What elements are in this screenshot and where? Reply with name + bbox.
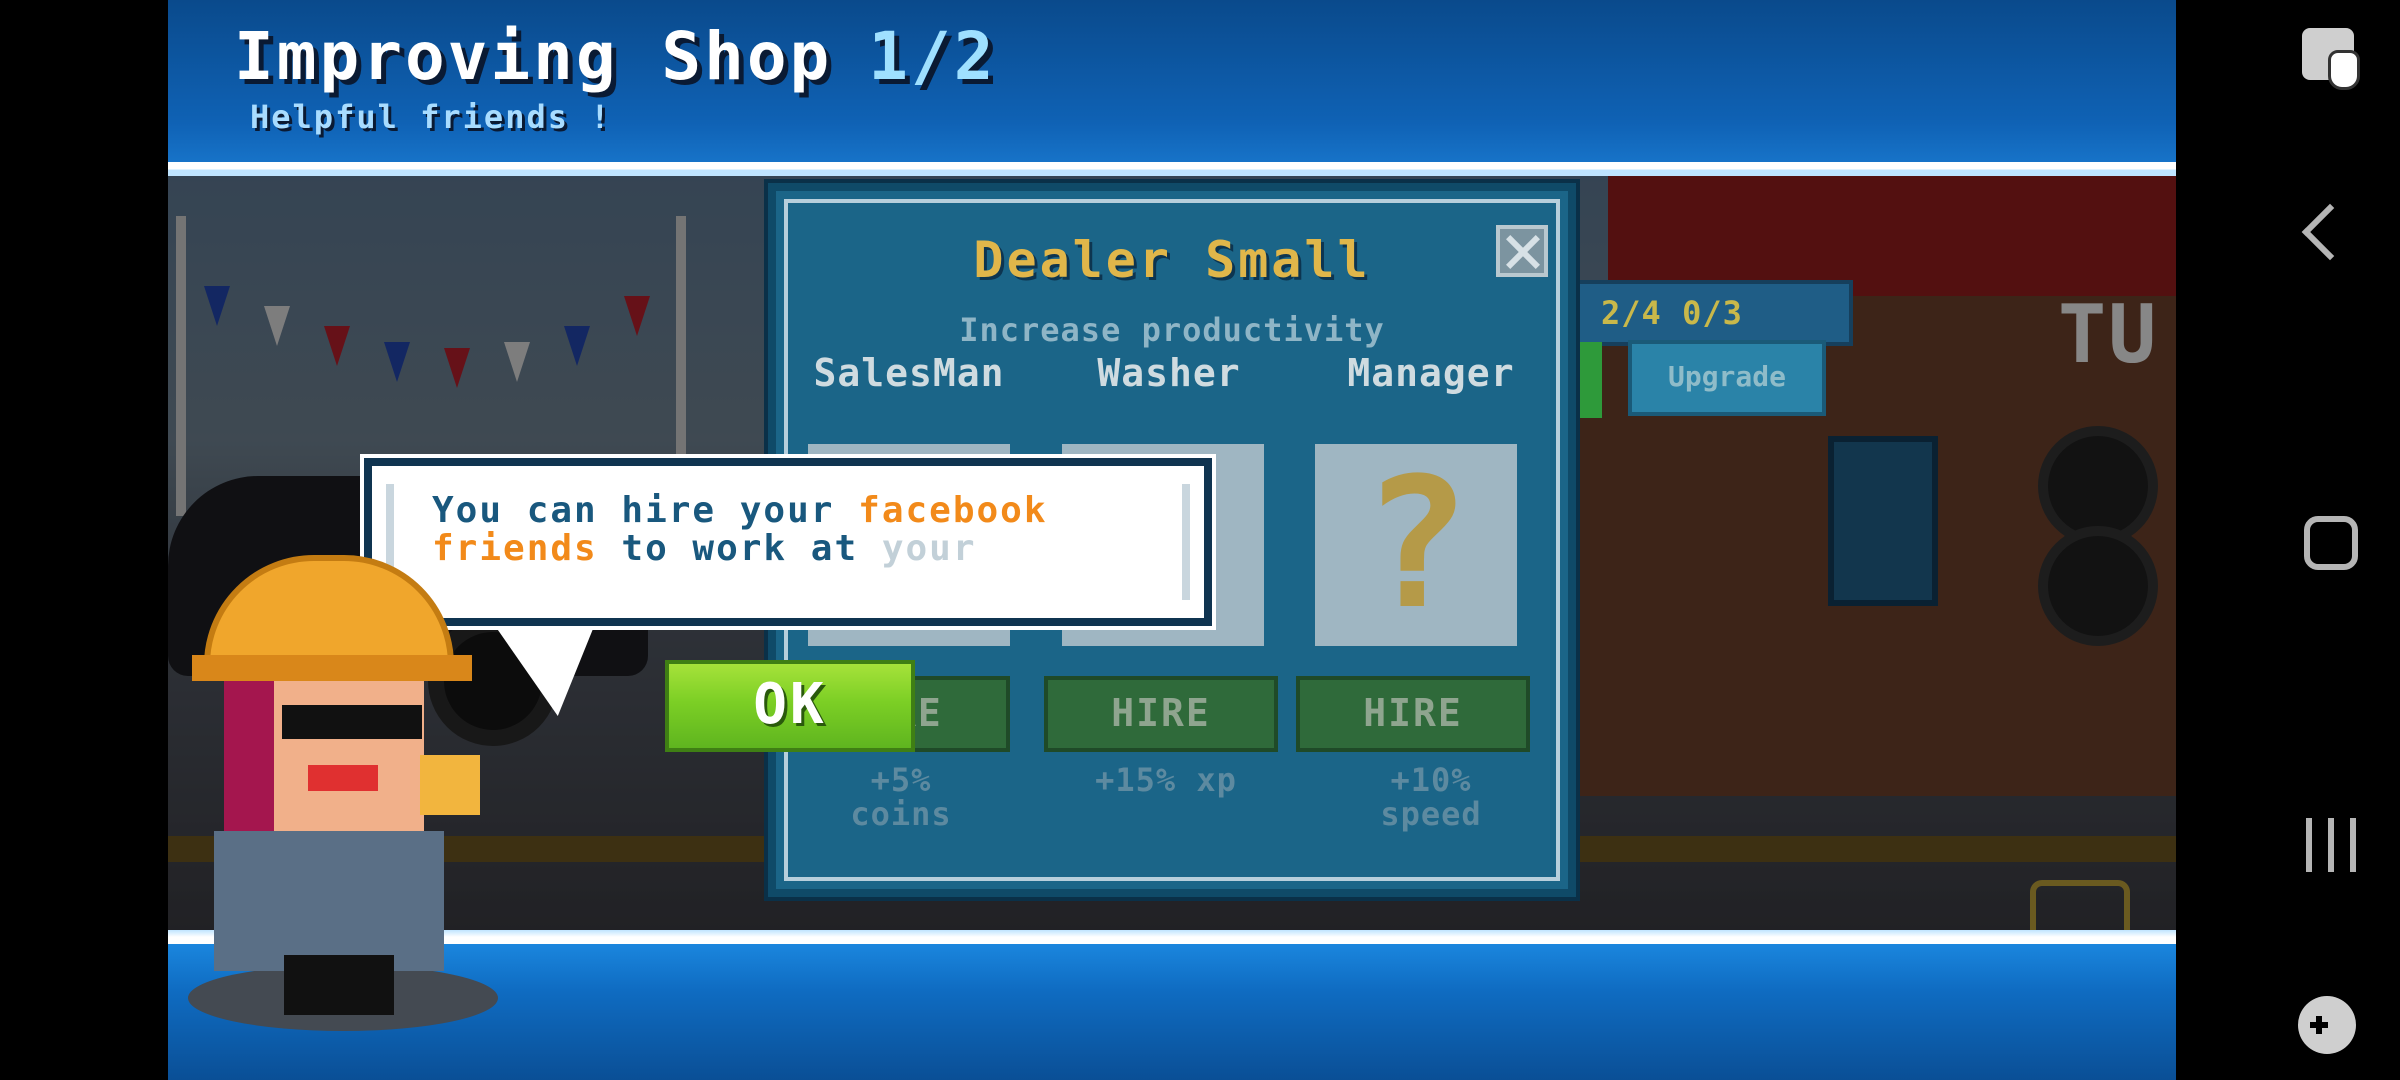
sunglasses-icon (282, 705, 422, 739)
hire-manager-button[interactable]: HIRE (1296, 676, 1530, 752)
station-indicator (1576, 342, 1602, 418)
tutorial-subtitle: Helpful friends ! (250, 98, 612, 136)
close-icon[interactable] (1496, 225, 1548, 277)
tutorial-character (188, 555, 498, 1035)
thumbs-up-icon (420, 755, 480, 815)
recent-apps-bar (2328, 818, 2334, 872)
manager-bonus-value: +10% (1390, 761, 1472, 799)
salesman-bonus-type: coins (850, 795, 952, 833)
washer-label: Washer (1097, 351, 1241, 395)
top-banner: Improving Shop 1/2 Helpful friends ! (168, 0, 2176, 176)
character-legs (284, 955, 394, 1015)
manager-bonus-type: speed (1380, 795, 1482, 833)
question-mark-icon: ? (1361, 440, 1471, 649)
manager-label: Manager (1347, 351, 1515, 395)
speech-highlight-facebook: facebook (858, 490, 1048, 531)
character-face (274, 681, 424, 831)
recent-apps-bar (2306, 818, 2312, 872)
tutorial-progress: 1/2 (868, 18, 997, 95)
speech-part-1: You can hire your (432, 490, 859, 531)
recent-apps-bar (2350, 818, 2356, 872)
character-mouth (308, 765, 378, 791)
screen-touch-icon[interactable] (2302, 28, 2360, 90)
speech-text: You can hire your facebook friends to wor… (432, 492, 1174, 568)
upgrade-button[interactable]: Upgrade (1628, 340, 1826, 416)
home-icon[interactable] (2304, 516, 2358, 570)
system-nav-bar (2176, 0, 2400, 1080)
speech-typing-text: your (881, 528, 977, 569)
hire-washer-button[interactable]: HIRE (1044, 676, 1278, 752)
dialog-subtitle: Increase productivity (959, 311, 1385, 349)
salesman-label: SalesMan (813, 351, 1005, 395)
character-body (214, 831, 444, 971)
game-controller-icon[interactable] (2298, 996, 2356, 1054)
manager-slot[interactable]: ? (1315, 444, 1517, 646)
manager-bonus: +10% speed (1311, 763, 1551, 831)
station-stats: 2/4 0/3 (1573, 280, 1853, 346)
ok-button[interactable]: OK (665, 660, 915, 752)
tutorial-title-text: Improving Shop (234, 18, 833, 95)
salesman-bonus-value: +5% (870, 761, 932, 799)
washer-bonus-value: +15% xp (1095, 761, 1237, 799)
game-screen: TU 2/4 0/3 Upgrade Improving Shop 1/2 Hel… (168, 0, 2176, 1080)
speech-part-2: to work at (597, 528, 882, 569)
hard-hat-brim (192, 655, 472, 681)
recent-apps-icon[interactable] (2306, 818, 2356, 872)
salesman-bonus: +5% coins (796, 763, 1006, 831)
washer-bonus: +15% xp (1046, 763, 1286, 797)
tutorial-title: Improving Shop 1/2 (234, 18, 997, 95)
dialog-title: Dealer Small (973, 231, 1371, 289)
